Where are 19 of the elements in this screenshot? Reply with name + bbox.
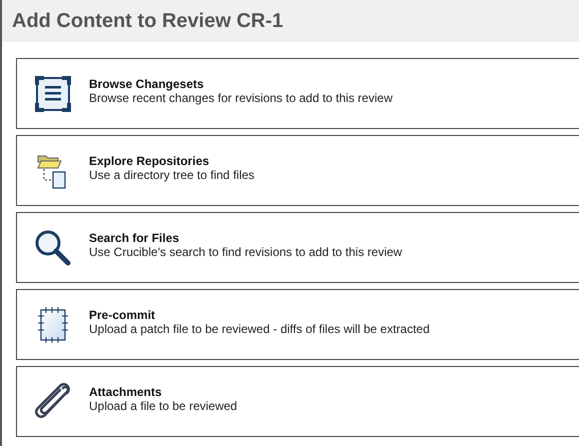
option-title: Browse Changesets	[89, 76, 205, 90]
patch-icon	[36, 306, 70, 344]
page-title: Add Content to Review CR-1	[12, 9, 284, 34]
option-description: Browse recent changes for revisions to add to this review	[89, 90, 392, 104]
option-card[interactable]: Explore Repositories Use a directory tree to find files	[16, 135, 579, 206]
option-description: Upload a file to be reviewed	[89, 398, 238, 412]
option-title: Explore Repositories	[89, 154, 210, 168]
option-card[interactable]: Search for Files Use Crucible's search to find revisions to add to this review	[16, 212, 579, 283]
list-icon	[34, 74, 72, 112]
option-description: Use a directory tree to find files	[89, 168, 254, 182]
option-description: Upload a patch file to be reviewed - diffs of files will be extracted	[89, 322, 430, 336]
option-description: Use Crucible's search to find revisions to add to this review	[89, 244, 402, 258]
option-card[interactable]: Browse Changesets Browse recent changes for revisions to add to this review	[16, 58, 579, 129]
option-card[interactable]: Attachments Upload a file to be reviewed	[16, 366, 579, 437]
option-title: Search for Files	[89, 230, 180, 244]
search-icon	[34, 228, 72, 266]
option-title: Attachments	[89, 384, 163, 398]
option-card[interactable]: Pre-commit Upload a patch file to be reviewed - diffs of files will be extracted	[16, 289, 579, 360]
option-title: Pre-commit	[89, 308, 156, 322]
